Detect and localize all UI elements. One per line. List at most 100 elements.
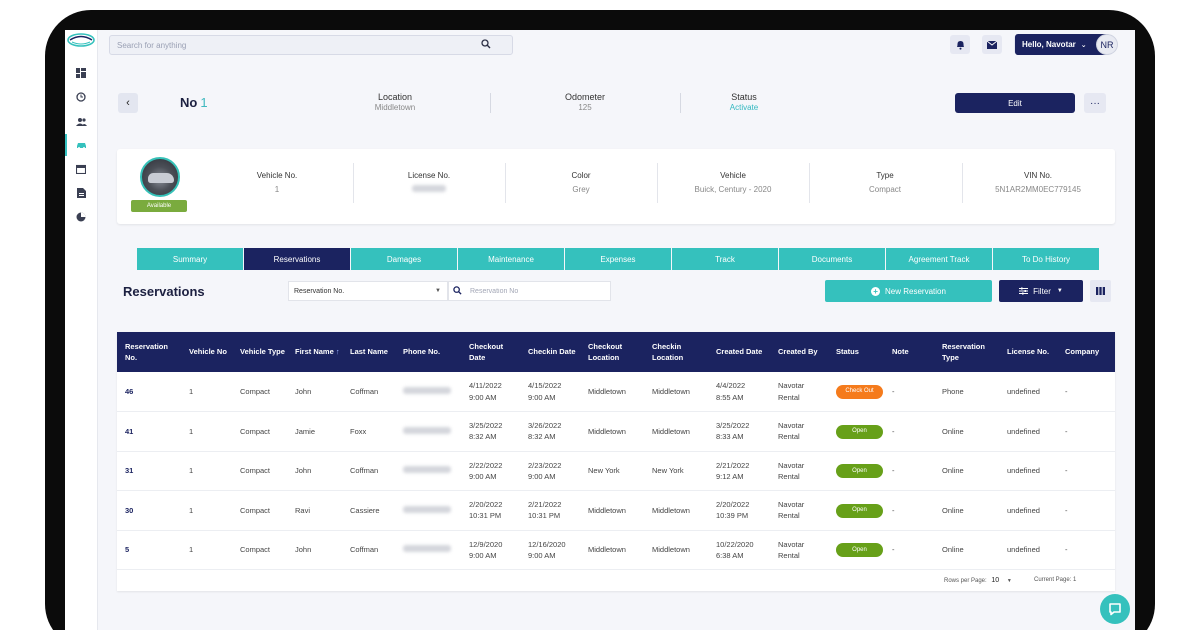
table-row[interactable]: 41 1 Compact Jamie Foxx 3/25/2022 8:32 AM 3/26/… xyxy=(117,412,1115,452)
checkin-date-cell: 2/23/2022 9:00 AM xyxy=(520,451,580,491)
column-header[interactable]: Phone No. xyxy=(395,332,461,372)
odometer-value: 125 xyxy=(578,103,592,112)
checkin-date-cell-line: 2/23/2022 xyxy=(528,460,562,470)
created-by-cell-line: Rental xyxy=(778,392,800,402)
table-row[interactable]: 46 1 Compact John Coffman 4/11/2022 9:00 AM 4/1… xyxy=(117,372,1115,412)
chevron-left-icon: ‹ xyxy=(126,97,130,109)
chat-button[interactable] xyxy=(1100,594,1130,624)
reservation-id-cell[interactable]: 30 xyxy=(117,491,181,531)
table-row[interactable]: 31 1 Compact John Coffman 2/22/2022 9:00 AM 2/2… xyxy=(117,451,1115,491)
created-by-cell-line: Navotar xyxy=(778,539,805,549)
created-by-cell-line: Navotar xyxy=(778,500,805,509)
checkin-date-cell-line: 9:00 AM xyxy=(528,392,556,402)
reservation-id-cell[interactable]: 41 xyxy=(117,412,181,452)
new-reservation-button[interactable]: + New Reservation xyxy=(825,280,992,302)
checkin-location-cell: Middletown xyxy=(652,505,690,515)
avatar[interactable]: NR xyxy=(1096,34,1118,55)
rows-per-page[interactable]: Rows per Page: 10 ▼ xyxy=(944,577,1012,584)
location-value: Middletown xyxy=(374,103,416,112)
column-header[interactable]: Company xyxy=(1057,332,1115,372)
tab-summary[interactable]: Summary xyxy=(137,248,243,270)
redacted-value xyxy=(412,185,446,192)
company-cell: - xyxy=(1065,466,1068,476)
tab-track[interactable]: Track xyxy=(672,248,778,270)
users-icon[interactable] xyxy=(74,114,88,128)
checkin-date-cell-line: 8:32 AM xyxy=(528,432,556,442)
column-header[interactable]: Reservation Type xyxy=(934,332,999,372)
messages-button[interactable] xyxy=(982,35,1002,54)
license-no-cell: undefined xyxy=(1007,426,1040,436)
company-cell: - xyxy=(1065,426,1068,436)
status-badge[interactable]: Open xyxy=(836,464,883,478)
dashboard-icon[interactable] xyxy=(74,66,88,80)
created-date-cell: 2/20/2022 10:39 PM xyxy=(708,491,770,531)
column-header[interactable]: Checkin Date xyxy=(520,332,580,372)
first-name-cell: Jamie xyxy=(295,426,316,436)
reservation-type-cell: Phone xyxy=(942,386,964,396)
column-header[interactable]: Reservation No. xyxy=(117,332,181,372)
column-header-sorted[interactable]: First Name ↑ xyxy=(287,332,342,372)
column-header[interactable]: Checkout Location xyxy=(580,332,644,372)
search-field-select[interactable]: Reservation No. ▼ xyxy=(288,281,448,301)
tab-reservations[interactable]: Reservations xyxy=(244,248,350,270)
global-search[interactable] xyxy=(109,35,513,55)
tab-expenses[interactable]: Expenses xyxy=(565,248,671,270)
status-badge[interactable]: Open xyxy=(836,424,883,439)
column-header[interactable]: License No. xyxy=(999,332,1057,372)
clock-icon[interactable] xyxy=(74,90,88,104)
reservation-search[interactable] xyxy=(448,281,611,301)
divider xyxy=(490,93,491,113)
table-row[interactable]: 5 1 Compact John Coffman 12/9/2020 9:00 AM 12/1… xyxy=(117,530,1115,570)
calendar-icon[interactable] xyxy=(74,162,88,176)
phone-cell-redacted xyxy=(395,412,461,452)
table-footer: Rows per Page: 10 ▼ Current Page: 1 xyxy=(117,571,1115,591)
column-header[interactable]: Last Name xyxy=(342,332,395,372)
column-header[interactable]: Checkout Date xyxy=(461,332,520,372)
column-header[interactable]: Vehicle Type xyxy=(232,332,287,372)
reservation-id-cell[interactable]: 31 xyxy=(117,451,181,491)
status-badge[interactable]: Check Out xyxy=(836,384,883,399)
tab-to-do-history[interactable]: To Do History xyxy=(993,248,1099,270)
global-search-input[interactable] xyxy=(117,40,477,50)
column-header[interactable]: Note xyxy=(884,332,934,372)
column-header[interactable]: Status xyxy=(822,332,884,372)
column-header-label: First Name xyxy=(295,347,334,357)
vehicle-no-cell: 1 xyxy=(189,545,194,555)
field-label: Vehicle xyxy=(720,171,746,180)
brand-logo-icon[interactable] xyxy=(66,31,96,49)
search-icon[interactable] xyxy=(481,39,491,52)
back-button[interactable]: ‹ xyxy=(118,93,138,113)
edit-button[interactable]: Edit xyxy=(955,93,1075,113)
last-name-cell: Coffman xyxy=(350,386,379,396)
column-header[interactable]: Created Date xyxy=(708,332,770,372)
redacted-value xyxy=(403,386,451,394)
notifications-button[interactable] xyxy=(950,35,970,54)
filter-button[interactable]: Filter ▼ xyxy=(999,280,1083,302)
created-date-cell-line: 2/21/2022 xyxy=(716,460,750,470)
tab-maintenance[interactable]: Maintenance xyxy=(458,248,564,270)
column-header[interactable]: Checkin Location xyxy=(644,332,708,372)
chat-icon xyxy=(1109,603,1121,616)
column-settings-button[interactable] xyxy=(1090,280,1111,302)
pie-chart-icon[interactable] xyxy=(74,210,88,224)
vehicle-no-cell: 1 xyxy=(189,505,194,515)
status-badge[interactable]: Open xyxy=(836,543,883,557)
created-by-cell-line: Rental xyxy=(778,432,800,442)
sort-ascending-icon: ↑ xyxy=(335,347,340,357)
more-options-button[interactable]: ··· xyxy=(1084,93,1106,113)
column-header[interactable]: Vehicle No xyxy=(181,332,232,372)
vehicle-card: Available Vehicle No. 1 License No. Colo… xyxy=(117,149,1115,224)
status-badge[interactable]: Open xyxy=(836,503,883,518)
table-row[interactable]: 30 1 Compact Ravi Cassiere 2/20/2022 10:31 PM 2… xyxy=(117,491,1115,531)
reservation-id-cell[interactable]: 5 xyxy=(117,530,181,570)
column-header[interactable]: Created By xyxy=(770,332,822,372)
tab-documents[interactable]: Documents xyxy=(779,248,885,270)
reservation-search-input[interactable] xyxy=(470,287,600,295)
document-icon[interactable] xyxy=(74,186,88,200)
checkout-date-cell-line: 12/9/2020 xyxy=(469,539,503,549)
tab-agreement-track[interactable]: Agreement Track xyxy=(886,248,992,270)
car-icon[interactable] xyxy=(74,138,88,152)
reservation-id-cell[interactable]: 46 xyxy=(117,372,181,412)
tab-damages[interactable]: Damages xyxy=(351,248,457,270)
created-date-cell: 2/21/2022 9:12 AM xyxy=(708,451,770,491)
